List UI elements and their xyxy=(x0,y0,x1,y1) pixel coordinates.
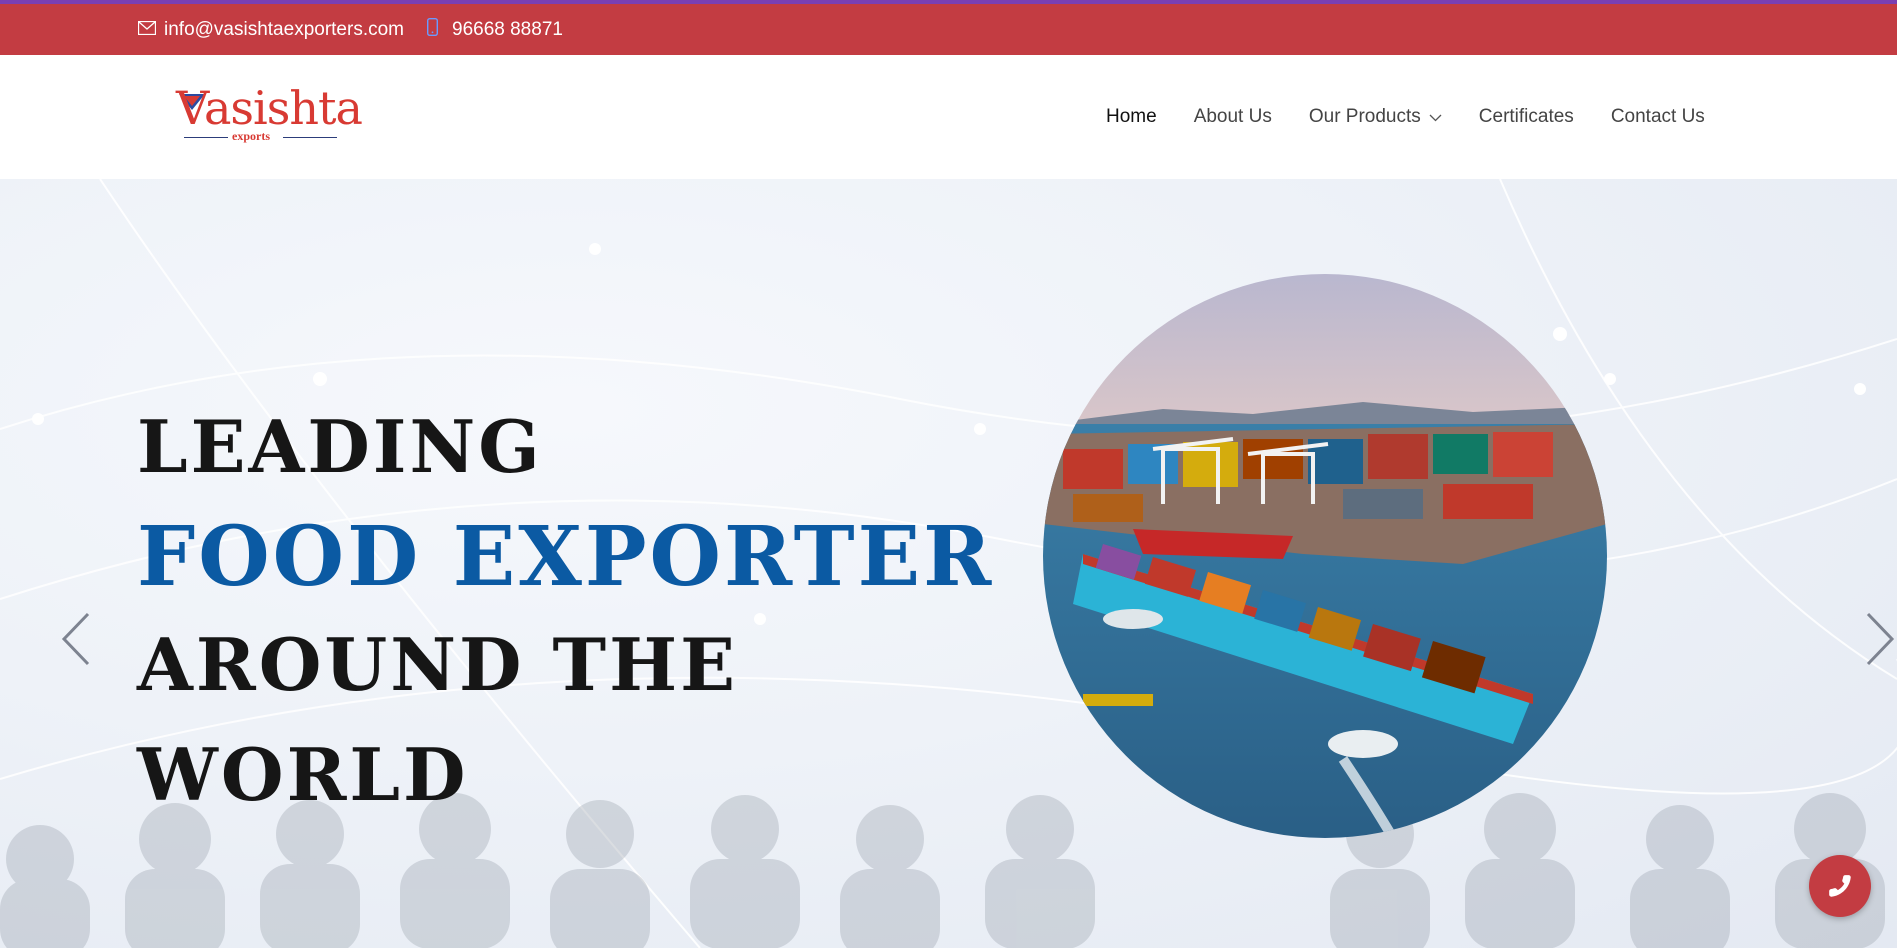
slider-prev-button[interactable] xyxy=(58,609,98,669)
hero-heading-line-1: LEADING xyxy=(137,404,543,489)
site-header: Vasishta exports Home About Us Our Produ… xyxy=(0,55,1897,179)
nav-contact-us[interactable]: Contact Us xyxy=(1611,106,1705,128)
chevron-right-icon xyxy=(1866,612,1895,666)
hero-heading-line-2: FOOD EXPORTER xyxy=(137,509,995,605)
nav-about-us[interactable]: About Us xyxy=(1194,106,1272,128)
hero-heading-line-3: AROUND THE xyxy=(137,622,739,707)
slider-next-button[interactable] xyxy=(1858,609,1897,669)
hero-heading-line-4: WORLD xyxy=(137,732,469,817)
logo-divider xyxy=(283,137,337,138)
email-contact[interactable]: info@vasishtaexporters.com xyxy=(137,4,404,55)
nav-products-label: Our Products xyxy=(1308,106,1421,127)
floating-call-button[interactable] xyxy=(1809,855,1871,917)
main-nav: Home About Us Our Products Certificates … xyxy=(1106,55,1705,179)
nav-certificates-label: Certificates xyxy=(1478,106,1574,127)
phone-contact[interactable]: 96668 88871 xyxy=(426,4,563,55)
logo-divider xyxy=(184,137,228,138)
container-ship-port-photo xyxy=(1043,274,1607,838)
nav-contact-label: Contact Us xyxy=(1610,106,1705,127)
hero-slider: LEADING FOOD EXPORTER AROUND THE WORLD xyxy=(0,179,1897,948)
chevron-left-icon xyxy=(61,612,90,666)
envelope-icon xyxy=(137,19,157,41)
nav-home-label: Home xyxy=(1106,106,1157,127)
mobile-phone-icon xyxy=(426,17,439,42)
nav-home[interactable]: Home xyxy=(1106,106,1157,128)
brand-logo[interactable]: Vasishta exports xyxy=(176,81,363,145)
chevron-down-icon xyxy=(1429,106,1442,128)
nav-our-products[interactable]: Our Products xyxy=(1309,106,1442,128)
email-text[interactable]: info@vasishtaexporters.com xyxy=(164,19,404,41)
nav-about-label: About Us xyxy=(1193,106,1272,127)
nav-certificates[interactable]: Certificates xyxy=(1479,106,1574,128)
logo-wordmark: Vasishta xyxy=(176,81,363,135)
phone-icon xyxy=(1829,875,1851,897)
top-contact-bar: info@vasishtaexporters.com 96668 88871 xyxy=(0,0,1897,55)
logo-subtext: exports xyxy=(232,129,270,143)
phone-text[interactable]: 96668 88871 xyxy=(452,19,563,41)
